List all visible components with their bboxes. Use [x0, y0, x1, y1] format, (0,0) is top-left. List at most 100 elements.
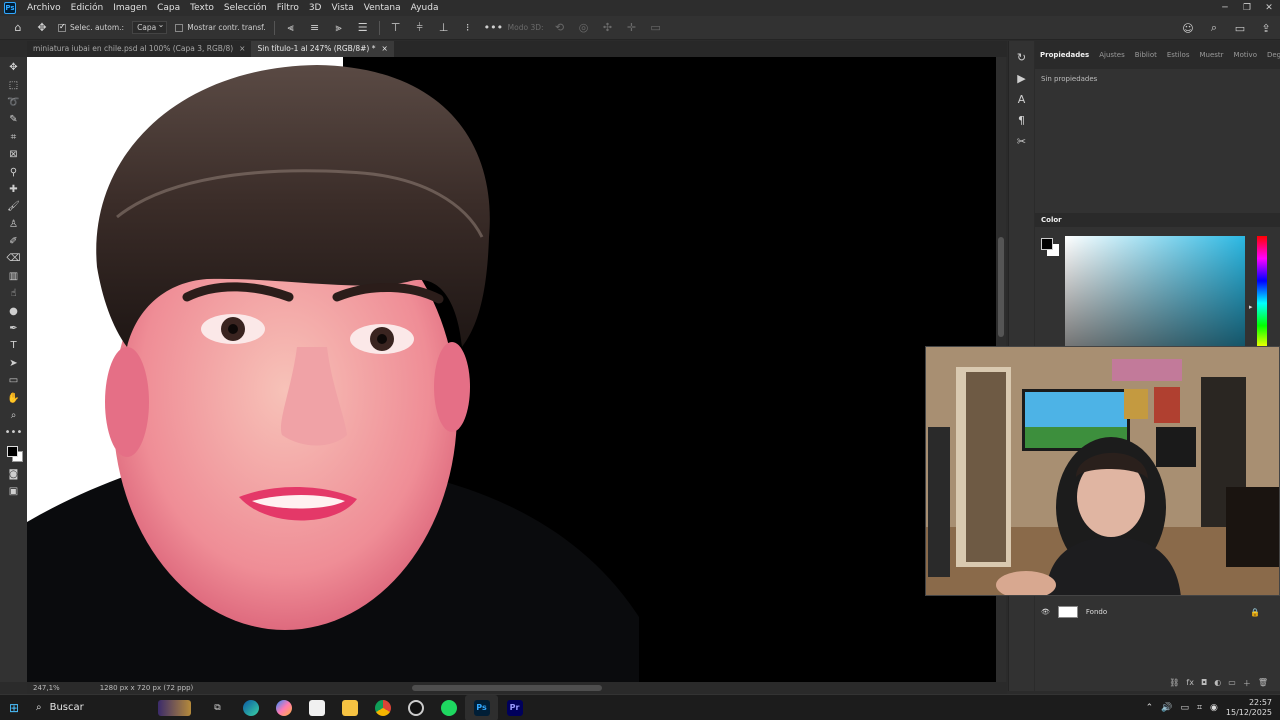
move-tool-icon[interactable]: ✥: [4, 59, 24, 76]
history-icon[interactable]: ↻: [1017, 51, 1026, 64]
align-right-icon[interactable]: ⫸: [331, 21, 347, 35]
more-options-icon[interactable]: •••: [484, 21, 503, 34]
align-middle-icon[interactable]: ⫩: [412, 21, 428, 35]
screen-mode-icon[interactable]: ▣: [4, 483, 24, 500]
history-brush-icon[interactable]: ✐: [4, 233, 24, 250]
menu-seleccion[interactable]: Selección: [219, 0, 272, 16]
distribute-vertical-icon[interactable]: ⁝: [460, 21, 476, 34]
menu-imagen[interactable]: Imagen: [108, 0, 152, 16]
hand-tool-icon[interactable]: ✋: [4, 389, 24, 406]
hue-slider[interactable]: [1257, 236, 1267, 348]
show-transform-checkbox[interactable]: Mostrar contr. transf.: [175, 23, 266, 32]
tab-muestras[interactable]: Muestr: [1194, 51, 1228, 59]
display-icon[interactable]: ▭: [1180, 703, 1189, 713]
align-left-icon[interactable]: ⫷: [283, 21, 299, 35]
character-panel-icon[interactable]: A: [1018, 93, 1026, 106]
close-tab-icon[interactable]: ×: [381, 41, 387, 57]
foreground-color-swatch[interactable]: [6, 445, 18, 457]
lasso-tool-icon[interactable]: ➰: [4, 94, 24, 111]
gradient-tool-icon[interactable]: ▥: [4, 268, 24, 285]
tab-degradados[interactable]: Degrad: [1262, 51, 1280, 59]
pen-tool-icon[interactable]: ✒: [4, 320, 24, 337]
rectangle-tool-icon[interactable]: ▭: [4, 372, 24, 389]
eye-visibility-icon[interactable]: 👁: [1041, 608, 1050, 616]
frame-tool-icon[interactable]: ⊠: [4, 146, 24, 163]
home-icon[interactable]: ⌂: [10, 21, 26, 34]
menu-vista[interactable]: Vista: [326, 0, 358, 16]
tray-expand-icon[interactable]: ⌃: [1146, 703, 1154, 713]
align-center-icon[interactable]: ≡: [307, 21, 323, 34]
photoshop-logo-icon[interactable]: Ps: [4, 2, 16, 14]
auto-select-dropdown[interactable]: Capa: [132, 20, 168, 34]
color-picker-field[interactable]: [1065, 236, 1245, 348]
auto-select-checkbox[interactable]: Selec. autom.:: [58, 22, 124, 32]
tab-motivos[interactable]: Motivo: [1229, 51, 1262, 59]
align-bottom-icon[interactable]: ⊥: [436, 21, 452, 34]
delete-layer-icon[interactable]: 🗑: [1258, 678, 1268, 691]
group-icon[interactable]: ▭: [1228, 678, 1236, 691]
workspace-icon[interactable]: ▭: [1232, 22, 1248, 35]
zoom-level[interactable]: 247,1%: [33, 684, 60, 692]
quick-mask-icon[interactable]: ◙: [4, 466, 24, 483]
layer-row-fondo[interactable]: 👁 Fondo 🔒: [1035, 604, 1280, 620]
align-top-icon[interactable]: ⊤: [388, 21, 404, 34]
edge-icon[interactable]: [234, 695, 267, 720]
scale-3d-icon[interactable]: ▭: [648, 21, 664, 34]
document-canvas[interactable]: [27, 57, 996, 682]
stamp-tool-icon[interactable]: ♙: [4, 216, 24, 233]
copilot-icon[interactable]: [267, 695, 300, 720]
minimize-icon[interactable]: ─: [1214, 0, 1236, 16]
color-panel-title[interactable]: Color: [1035, 213, 1280, 227]
quick-select-tool-icon[interactable]: ✎: [4, 111, 24, 128]
tools-presets-icon[interactable]: ✂: [1017, 135, 1026, 148]
scrollbar-thumb[interactable]: [998, 237, 1004, 337]
smudge-tool-icon[interactable]: ☝: [4, 285, 24, 302]
eraser-tool-icon[interactable]: ⌫: [4, 250, 24, 267]
shield-icon[interactable]: ◉: [1210, 703, 1218, 713]
marquee-tool-icon[interactable]: ⬚: [4, 76, 24, 93]
menu-ventana[interactable]: Ventana: [359, 0, 406, 16]
photoshop-taskbar-icon[interactable]: Ps: [465, 694, 498, 720]
roll-3d-icon[interactable]: ◎: [576, 21, 592, 34]
new-layer-icon[interactable]: ＋: [1243, 678, 1251, 691]
menu-3d[interactable]: 3D: [304, 0, 327, 16]
orbit-3d-icon[interactable]: ⟲: [552, 21, 568, 34]
link-layers-icon[interactable]: ⛓: [1169, 678, 1179, 691]
crop-tool-icon[interactable]: ⌗: [4, 129, 24, 146]
brush-tool-icon[interactable]: 🖌: [4, 198, 24, 215]
task-view-icon[interactable]: ⧉: [201, 695, 234, 720]
widgets-icon[interactable]: [158, 695, 191, 720]
taskbar-clock[interactable]: 22:57 15/12/2025: [1226, 698, 1272, 718]
tab-bibliotecas[interactable]: Bibliot: [1130, 51, 1162, 59]
taskbar-search[interactable]: ⌕ Buscar: [28, 697, 158, 719]
close-icon[interactable]: ✕: [1258, 0, 1280, 16]
path-select-tool-icon[interactable]: ➤: [4, 355, 24, 372]
windows-start-icon[interactable]: ⊞: [0, 695, 28, 720]
export-icon[interactable]: ⇪: [1258, 22, 1274, 35]
chrome-icon[interactable]: [366, 695, 399, 720]
type-tool-icon[interactable]: T: [4, 337, 24, 354]
menu-texto[interactable]: Texto: [185, 0, 219, 16]
horizontal-scrollbar-thumb[interactable]: [412, 685, 602, 691]
tab-propiedades[interactable]: Propiedades: [1035, 51, 1094, 59]
menu-edicion[interactable]: Edición: [66, 0, 109, 16]
file-explorer-icon[interactable]: [333, 695, 366, 720]
tab-ajustes[interactable]: Ajustes: [1094, 51, 1130, 59]
search-icon[interactable]: ⌕: [1206, 21, 1222, 35]
close-tab-icon[interactable]: ×: [239, 41, 245, 57]
fx-icon[interactable]: fx: [1186, 678, 1194, 691]
play-actions-icon[interactable]: ▶: [1017, 72, 1025, 85]
premiere-taskbar-icon[interactable]: Pr: [498, 695, 531, 720]
store-icon[interactable]: [300, 695, 333, 720]
paragraph-panel-icon[interactable]: ¶: [1018, 114, 1025, 127]
volume-icon[interactable]: 🔊: [1161, 703, 1172, 713]
share-icon[interactable]: ☺: [1180, 22, 1196, 35]
more-tools-icon[interactable]: •••: [4, 424, 24, 441]
color-panel-foreground-swatch[interactable]: [1041, 238, 1053, 250]
menu-capa[interactable]: Capa: [152, 0, 185, 16]
restore-icon[interactable]: ❐: [1236, 0, 1258, 16]
menu-archivo[interactable]: Archivo: [22, 0, 66, 16]
adjustment-layer-icon[interactable]: ◐: [1214, 678, 1221, 691]
tab-miniatura[interactable]: miniatura iubai en chile.psd al 100% (Ca…: [27, 41, 251, 57]
distribute-icon[interactable]: ☰: [355, 21, 371, 34]
